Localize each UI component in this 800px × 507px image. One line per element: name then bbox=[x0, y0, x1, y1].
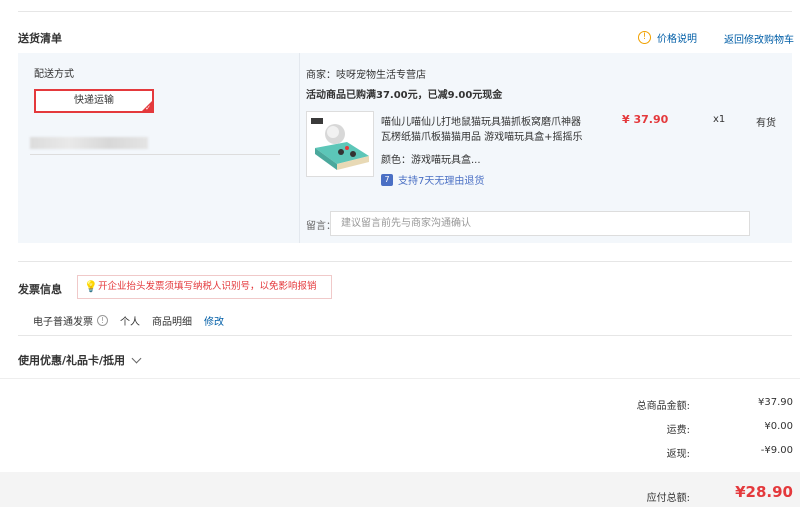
invoice-details: 电子普通发票 ! 个人 商品明细 修改 bbox=[33, 313, 224, 328]
shipping-method-option[interactable]: 快递运输 ✓ bbox=[34, 89, 154, 113]
freight-label: 运费: bbox=[666, 425, 690, 436]
promo-text: 活动商品已购满37.00元，已减9.00元现金 bbox=[306, 90, 503, 101]
rebate-label: 返现: bbox=[666, 449, 690, 460]
invoice-holder: 个人 bbox=[120, 317, 140, 328]
invoice-type: 电子普通发票 ! bbox=[33, 313, 108, 328]
section-divider-1 bbox=[18, 261, 792, 262]
total-bar: 应付总额: ¥28.90 bbox=[0, 472, 800, 507]
price-info-label[interactable]: 价格说明 bbox=[657, 30, 697, 45]
goods-amount-label: 总商品金额: bbox=[636, 401, 690, 412]
shipping-method-text: 快递运输 bbox=[74, 95, 114, 106]
invoice-type-text: 电子普通发票 bbox=[33, 317, 93, 328]
coupon-title: 使用优惠/礼品卡/抵用 bbox=[18, 354, 126, 367]
stock-status: 有货 bbox=[756, 118, 776, 129]
shipping-method-label: 配送方式 bbox=[34, 69, 74, 80]
product-color: 颜色：游戏喵玩具盒... bbox=[381, 155, 481, 166]
chevron-down-icon bbox=[131, 353, 142, 363]
info-icon: ! bbox=[638, 31, 651, 44]
bulb-icon: 💡 bbox=[84, 280, 98, 293]
product-name-line2[interactable]: 瓦楞纸猫爪板猫猫用品 游戏喵玩具盒+摇摇乐 bbox=[381, 128, 583, 143]
info-circle-icon[interactable]: ! bbox=[97, 315, 108, 326]
goods-amount-value: ¥37.90 bbox=[758, 397, 793, 408]
panel-vertical-divider bbox=[299, 53, 300, 243]
product-name-line1[interactable]: 喵仙儿喵仙儿打地鼠猫玩具猫抓板窝磨爪神器 bbox=[381, 113, 581, 128]
invoice-tip-text: 开企业抬头发票须填写纳税人识别号，以免影响报销 bbox=[98, 281, 317, 292]
shipping-panel: 配送方式 快递运输 ✓ 商家：吱呀宠物生活专营店 活动商品已购满37.00元，已… bbox=[18, 53, 792, 243]
invoice-title: 发票信息 bbox=[18, 283, 62, 296]
merchant-name: 商家：吱呀宠物生活专营店 bbox=[306, 70, 426, 81]
return-policy-text: 支持7天无理由退货 bbox=[398, 176, 485, 187]
invoice-edit-link[interactable]: 修改 bbox=[204, 313, 224, 328]
return-icon: 7 bbox=[381, 173, 393, 186]
coupon-toggle[interactable]: 使用优惠/礼品卡/抵用 bbox=[18, 352, 142, 368]
product-image[interactable] bbox=[306, 111, 374, 177]
price-info-link[interactable]: ! 价格说明 bbox=[638, 30, 697, 45]
shipping-list-title: 送货清单 bbox=[18, 32, 62, 45]
top-divider bbox=[18, 11, 792, 12]
back-to-cart-link[interactable]: 返回修改购物车 bbox=[724, 31, 794, 46]
product-price: ¥ 37.90 bbox=[622, 113, 669, 126]
total-label: 应付总额: bbox=[646, 493, 690, 504]
rebate-value: -¥9.00 bbox=[760, 445, 793, 456]
product-quantity: x1 bbox=[713, 114, 726, 125]
return-policy: 7 支持7天无理由退货 bbox=[381, 172, 484, 187]
section-divider-3 bbox=[0, 378, 800, 379]
invoice-content: 商品明细 bbox=[152, 317, 192, 328]
check-icon: ✓ bbox=[145, 104, 151, 112]
invoice-tip: 💡 开企业抬头发票须填写纳税人识别号，以免影响报销 bbox=[77, 275, 332, 299]
total-value: ¥28.90 bbox=[735, 483, 793, 501]
note-input[interactable]: 建议留言前先与商家沟通确认 bbox=[330, 211, 750, 236]
section-divider-2 bbox=[18, 335, 792, 336]
shipping-left-divider bbox=[30, 154, 280, 155]
address-blurred bbox=[30, 137, 148, 149]
freight-value: ¥0.00 bbox=[764, 421, 793, 432]
